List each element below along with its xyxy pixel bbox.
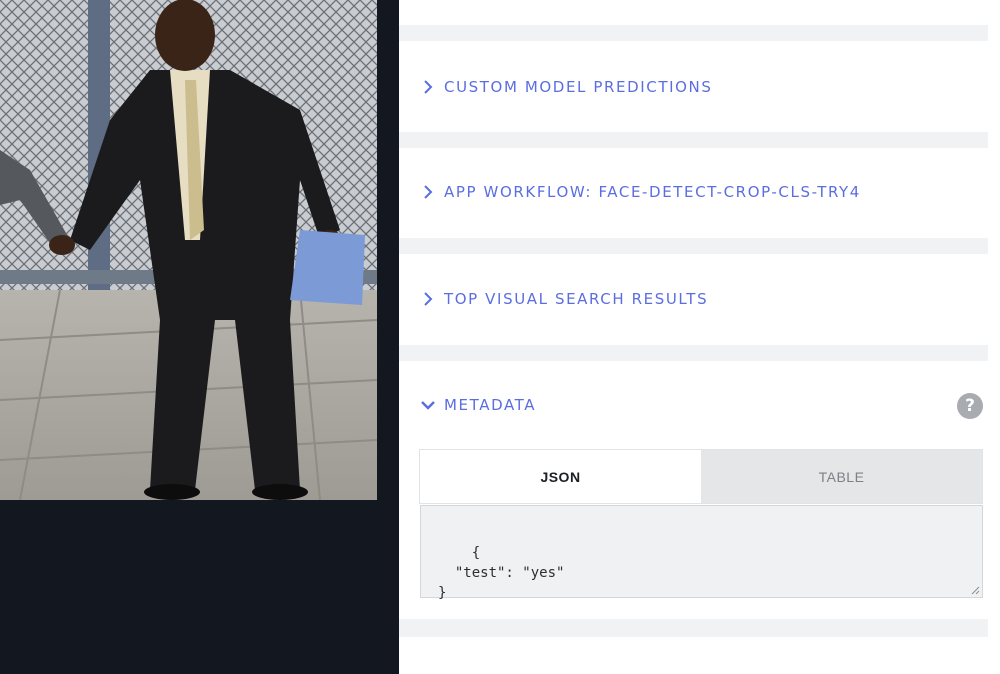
panel-title: TOP VISUAL SEARCH RESULTS xyxy=(444,290,709,308)
metadata-json-text: { "test": "yes" } xyxy=(438,545,565,601)
panel-separator xyxy=(399,132,988,148)
panel-top-visual-search-results[interactable]: TOP VISUAL SEARCH RESULTS xyxy=(419,287,708,311)
panel-separator xyxy=(399,619,988,637)
help-icon[interactable]: ? xyxy=(957,393,983,419)
panel-custom-model-predictions[interactable]: CUSTOM MODEL PREDICTIONS xyxy=(419,75,712,99)
resize-handle-icon[interactable] xyxy=(970,585,980,595)
panel-separator xyxy=(399,238,988,254)
tab-table[interactable]: TABLE xyxy=(701,450,982,503)
panel-app-workflow[interactable]: APP WORKFLOW: FACE-DETECT-CROP-CLS-TRY4 xyxy=(419,180,861,204)
metadata-json-editor[interactable]: { "test": "yes" } xyxy=(420,505,983,601)
panel-title: METADATA xyxy=(444,396,537,414)
panel-title: CUSTOM MODEL PREDICTIONS xyxy=(444,78,713,96)
chevron-right-icon xyxy=(424,80,433,94)
tab-json[interactable]: JSON xyxy=(420,450,701,503)
photo-preview[interactable] xyxy=(0,0,377,500)
panel-title: APP WORKFLOW: FACE-DETECT-CROP-CLS-TRY4 xyxy=(444,183,861,201)
chevron-right-icon xyxy=(424,292,433,306)
metadata-view-tabs: JSON TABLE xyxy=(419,449,983,504)
chevron-right-icon xyxy=(424,185,433,199)
panel-separator xyxy=(399,25,988,41)
panel-separator xyxy=(399,345,988,361)
prediction-panels: CUSTOM MODEL PREDICTIONS APP WORKFLOW: F… xyxy=(399,0,1000,674)
chevron-down-icon xyxy=(421,401,435,410)
image-viewer-pane xyxy=(0,0,399,674)
photo-image xyxy=(0,0,377,500)
panel-metadata[interactable]: METADATA xyxy=(419,393,536,417)
